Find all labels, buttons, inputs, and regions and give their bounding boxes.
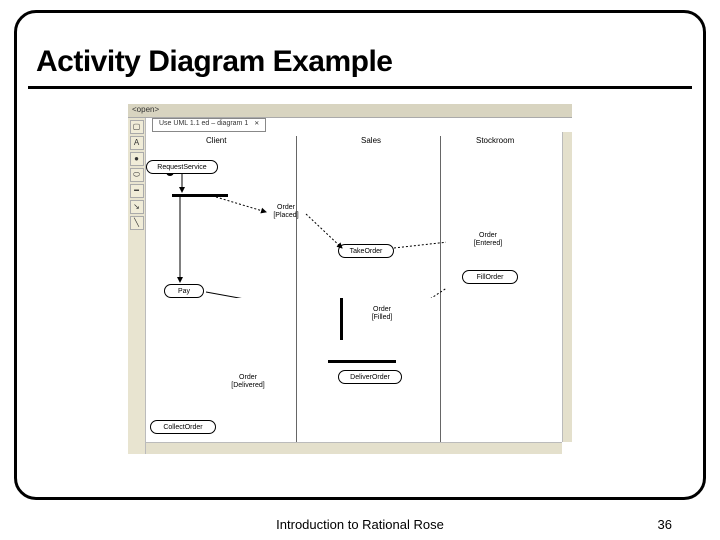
tool-text[interactable]: A <box>130 136 144 150</box>
join-bar-1[interactable] <box>340 298 343 340</box>
tool-line[interactable]: ╲ <box>130 216 144 230</box>
tool-select[interactable]: ▢ <box>130 120 144 134</box>
doc-tab[interactable]: Use UML 1.1 ed – diagram 1 <box>152 118 266 132</box>
diagram: RequestService Order [Placed] TakeOrder … <box>146 148 562 442</box>
fork-bar-2[interactable] <box>328 360 396 363</box>
lane-header-stockroom: Stockroom <box>476 136 514 145</box>
footer-text: Introduction to Rational Rose <box>0 517 720 532</box>
scrollbar-vertical[interactable] <box>562 132 572 442</box>
tool-sync[interactable]: ━ <box>130 184 144 198</box>
title-underline <box>28 86 692 89</box>
object-order-entered[interactable]: Order [Entered] <box>466 232 510 249</box>
app-content: ▢ A ● ⬭ ━ ↘ ╲ Use UML 1.1 ed – diagram 1… <box>128 118 572 454</box>
slide-title: Activity Diagram Example <box>36 45 392 79</box>
object-order-filled[interactable]: Order [Filled] <box>360 306 404 323</box>
tool-activity[interactable]: ⬭ <box>130 168 144 182</box>
edges <box>146 148 446 298</box>
page-number: 36 <box>658 517 672 532</box>
lane-header-client: Client <box>206 136 226 145</box>
app-titlebar: <open> <box>128 104 572 118</box>
tool-palette: ▢ A ● ⬭ ━ ↘ ╲ <box>128 118 146 454</box>
canvas[interactable]: Use UML 1.1 ed – diagram 1 Client Sales … <box>146 118 572 454</box>
tool-initial[interactable]: ● <box>130 152 144 166</box>
tool-arrow[interactable]: ↘ <box>130 200 144 214</box>
scrollbar-horizontal[interactable] <box>146 442 562 454</box>
object-order-delivered[interactable]: Order [Delivered] <box>220 374 276 391</box>
activity-deliver-order[interactable]: DeliverOrder <box>338 370 402 384</box>
lane-header-sales: Sales <box>361 136 381 145</box>
app-window: <open> ▢ A ● ⬭ ━ ↘ ╲ Use UML 1.1 ed – di… <box>128 104 572 454</box>
activity-fill-order[interactable]: FillOrder <box>462 270 518 284</box>
activity-collect-order[interactable]: CollectOrder <box>150 420 216 434</box>
